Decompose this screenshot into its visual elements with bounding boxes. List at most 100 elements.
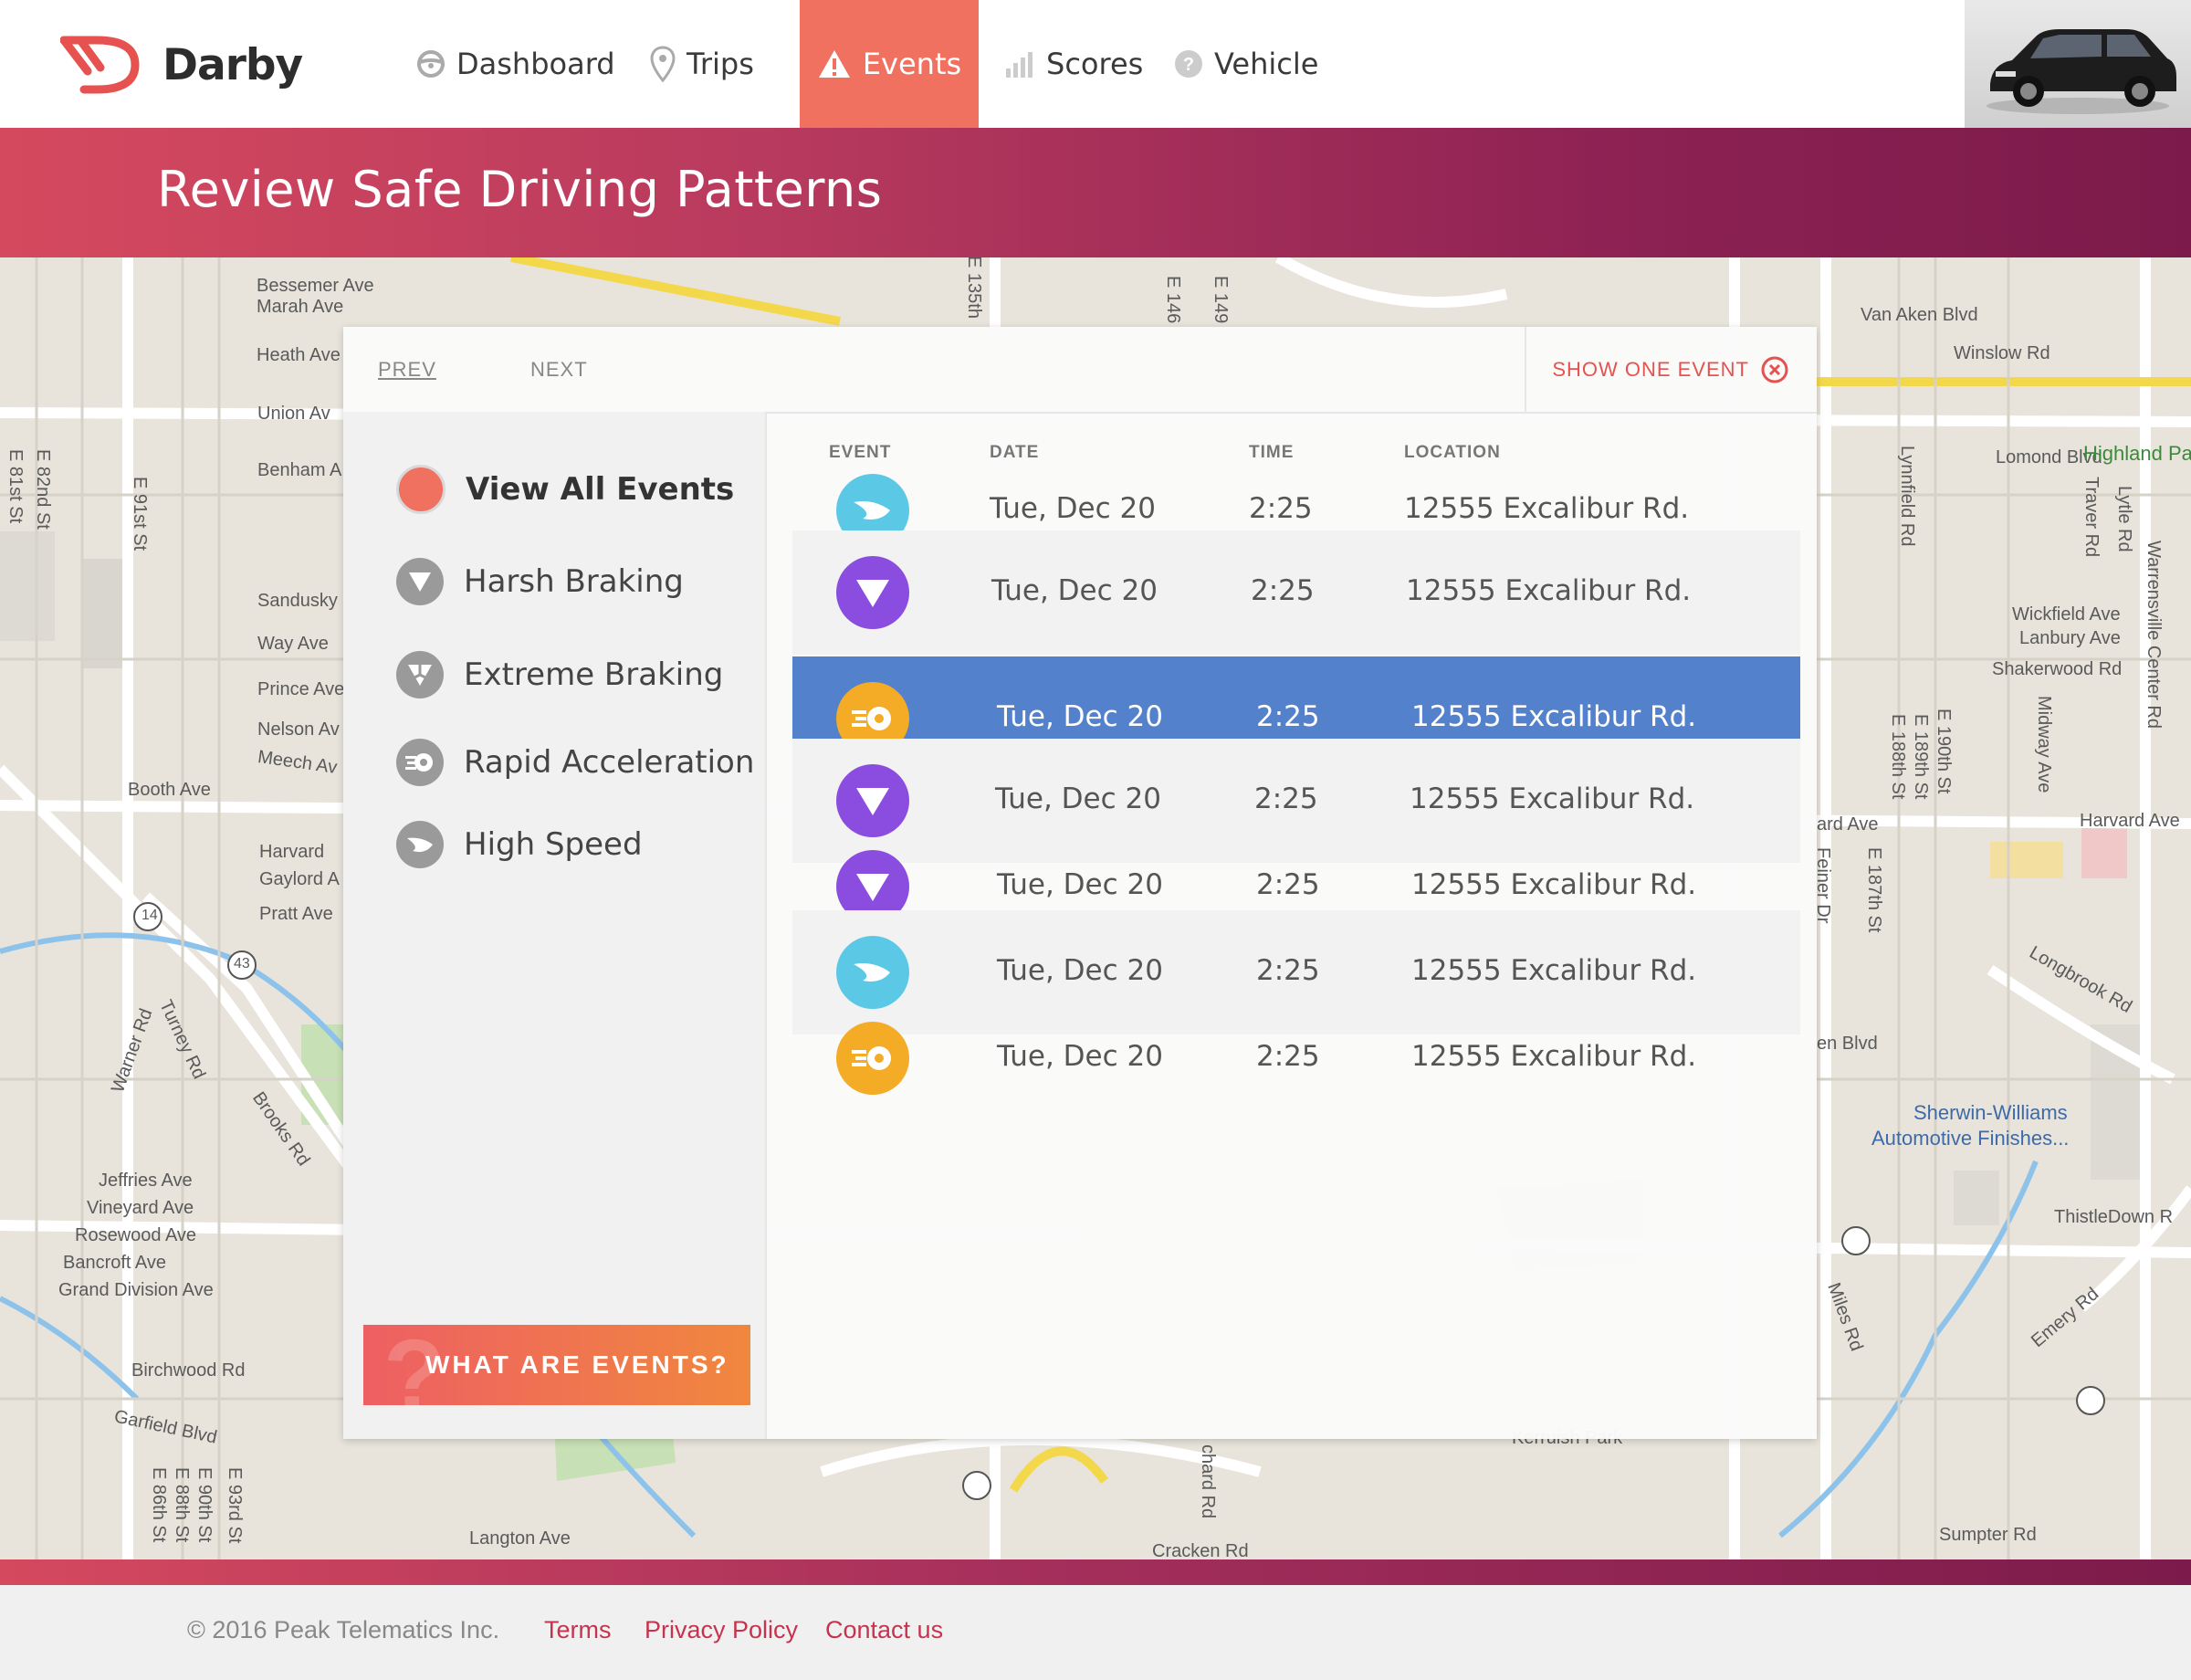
map-label: Automotive Finishes... — [1871, 1127, 2070, 1150]
map-label: Vineyard Ave — [87, 1198, 194, 1218]
darby-logo-icon[interactable] — [60, 35, 142, 95]
map-label: Gaylord A — [259, 869, 340, 889]
what-are-events-button[interactable]: ? WHAT ARE EVENTS? — [363, 1325, 750, 1405]
map-label: chard Rd — [1198, 1444, 1218, 1519]
brand-name[interactable]: Darby — [162, 40, 303, 90]
map-label: Winslow Rd — [1954, 343, 2050, 363]
event-time: 2:25 — [1249, 492, 1313, 525]
harsh-braking-icon — [396, 558, 444, 605]
map-label: E 188th St — [1888, 714, 1908, 800]
nav-events-label: Events — [862, 47, 962, 81]
event-date: Tue, Dec 20 — [990, 492, 1156, 525]
map-label: ard Ave — [1817, 814, 1879, 835]
event-row[interactable]: Tue, Dec 20 2:25 12555 Excalibur Rd. — [792, 996, 1800, 1120]
event-time: 2:25 — [1251, 574, 1315, 607]
filter-harsh-braking[interactable]: Harsh Braking — [396, 558, 684, 605]
all-events-dot-icon — [396, 465, 446, 514]
nav-dashboard[interactable]: Dashboard — [416, 0, 615, 128]
map-label: Way Ave — [257, 634, 329, 654]
footer: © 2016 Peak Telematics Inc. Terms Privac… — [0, 1585, 2191, 1680]
event-time: 2:25 — [1254, 782, 1318, 815]
footer-stripe — [0, 1559, 2191, 1585]
map-label: E 91st St — [130, 477, 150, 551]
filter-label: View All Events — [466, 471, 735, 508]
privacy-policy-link[interactable]: Privacy Policy — [645, 1616, 798, 1644]
map-label: Harvard Ave — [2080, 811, 2180, 831]
extreme-braking-icon — [396, 651, 444, 698]
rapid-acceleration-icon — [836, 1022, 909, 1095]
close-circle-icon — [1761, 356, 1788, 383]
contact-us-link[interactable]: Contact us — [825, 1616, 943, 1644]
route-shield-label: 43 — [234, 956, 250, 971]
nav-trips[interactable]: Trips — [650, 0, 754, 128]
map-label: E 81st St — [5, 449, 26, 524]
map-label: E 189th St — [1911, 714, 1931, 800]
question-icon: ? — [1175, 50, 1202, 78]
bar-chart-icon — [1006, 52, 1033, 78]
event-date: Tue, Dec 20 — [997, 1040, 1163, 1073]
event-filter-sidebar: View All Events Harsh Braking Extreme Br… — [343, 412, 767, 1439]
prev-link[interactable]: PREV — [378, 358, 436, 382]
map-label: Heath Ave — [257, 345, 341, 365]
map-pin-icon — [650, 46, 676, 82]
copyright-text: © 2016 Peak Telematics Inc. — [187, 1616, 500, 1643]
show-one-event-button[interactable]: SHOW ONE EVENT — [1525, 327, 1817, 412]
map-label: E 146 — [1163, 276, 1183, 324]
map-label: Wickfield Ave — [2012, 604, 2121, 625]
what-are-events-label: WHAT ARE EVENTS? — [425, 1350, 729, 1379]
event-location: 12555 Excalibur Rd. — [1411, 868, 1697, 901]
map-label: Langton Ave — [469, 1528, 571, 1549]
warning-icon — [818, 50, 850, 78]
map-label: Grand Division Ave — [58, 1280, 214, 1300]
map-label: Traver Rd — [2081, 477, 2102, 558]
filter-view-all-events[interactable]: View All Events — [396, 465, 734, 514]
map-label: Lynnfield Rd — [1897, 446, 1917, 547]
svg-text:?: ? — [1183, 55, 1194, 75]
map-label: Warrensville Center Rd — [2144, 541, 2164, 729]
map-label: ThistleDown R — [2054, 1207, 2174, 1227]
nav-scores[interactable]: Scores — [1004, 0, 1143, 128]
map-label: Lytle Rd — [2114, 486, 2134, 552]
map-label: E 90th St — [194, 1467, 215, 1543]
map-label: Jeffries Ave — [99, 1171, 193, 1191]
nav-trips-label: Trips — [687, 47, 754, 81]
filter-extreme-braking[interactable]: Extreme Braking — [396, 651, 723, 698]
nav-vehicle[interactable]: ? Vehicle — [1174, 0, 1318, 128]
rapid-acceleration-icon — [396, 739, 444, 786]
event-date: Tue, Dec 20 — [995, 782, 1161, 815]
event-time: 2:25 — [1256, 954, 1320, 987]
next-link[interactable]: NEXT — [530, 358, 588, 382]
panel-toolbar: PREV NEXT SHOW ONE EVENT — [343, 327, 1817, 414]
map-label: Harvard — [259, 842, 325, 862]
steering-wheel-icon — [417, 50, 445, 78]
event-location: 12555 Excalibur Rd. — [1411, 700, 1697, 733]
map-label: Union Av — [257, 404, 330, 424]
route-shield-label: 14 — [142, 908, 158, 923]
map-label: E 93rd St — [225, 1467, 245, 1544]
map-label: E 88th St — [172, 1467, 192, 1543]
page-title: Review Safe Driving Patterns — [157, 161, 883, 218]
map-label: E 135th — [964, 257, 984, 319]
map-label: Nelson Av — [257, 719, 340, 740]
event-row[interactable]: Tue, Dec 20 2:25 12555 Excalibur Rd. — [792, 530, 1800, 655]
map-label: Shakerwood Rd — [1992, 659, 2123, 679]
filter-rapid-acceleration[interactable]: Rapid Acceleration — [396, 739, 754, 786]
map-label: Prince Ave — [257, 679, 345, 699]
map-label: Highland Pa — [2083, 442, 2191, 465]
filter-label: Rapid Acceleration — [464, 744, 755, 781]
map-label: Bessemer Ave — [257, 276, 374, 296]
event-date: Tue, Dec 20 — [991, 574, 1158, 607]
harsh-braking-icon — [836, 556, 909, 629]
suv-car-image — [1987, 29, 2176, 114]
terms-link[interactable]: Terms — [544, 1616, 612, 1644]
filter-label: Harsh Braking — [464, 563, 684, 600]
map-label: Midway Ave — [2034, 696, 2054, 793]
event-time: 2:25 — [1256, 868, 1320, 901]
page-banner: Review Safe Driving Patterns — [0, 128, 2191, 257]
map-label: Bancroft Ave — [63, 1253, 167, 1273]
show-one-event-label: SHOW ONE EVENT — [1552, 357, 1749, 381]
vehicle-thumbnail[interactable] — [1965, 0, 2191, 128]
nav-events[interactable]: Events — [800, 0, 979, 128]
map-label: E 149 — [1211, 276, 1231, 324]
filter-high-speed[interactable]: High Speed — [396, 821, 643, 868]
